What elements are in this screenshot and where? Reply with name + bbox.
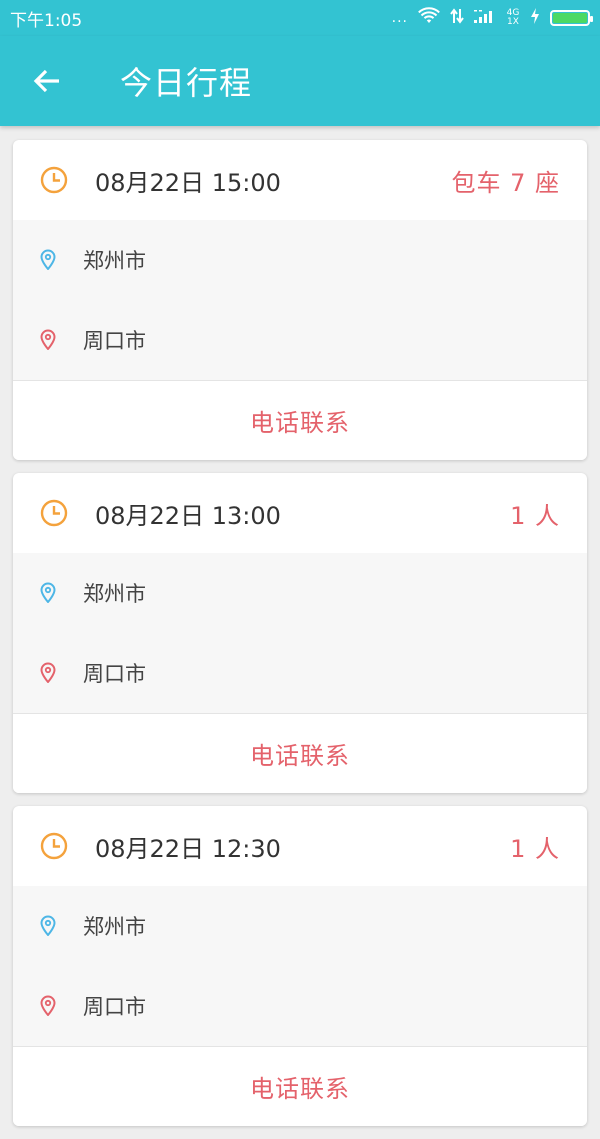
- origin-city: 郑州市: [83, 249, 146, 273]
- network-label: 4G 1X: [506, 8, 520, 27]
- trip-card-header: 08月22日 12:30 1 人: [13, 806, 587, 886]
- origin-city: 郑州市: [83, 582, 146, 606]
- trip-card-header: 08月22日 13:00 1 人: [13, 473, 587, 553]
- status-bar: 下午1:05 ... 4G 1X: [0, 0, 600, 36]
- charging-icon: [530, 7, 540, 29]
- battery-icon: [550, 10, 593, 26]
- status-icons: ... 4G 1X: [391, 6, 593, 30]
- clock-icon: [40, 499, 68, 527]
- trip-seat-tag: 1 人: [510, 501, 560, 530]
- trip-time: 08月22日 13:00: [95, 501, 281, 530]
- call-contact-button[interactable]: 电话联系: [13, 713, 587, 793]
- signal-icon: [474, 8, 496, 29]
- wifi-icon: [418, 6, 440, 30]
- trip-route: 郑州市 周口市: [13, 553, 587, 713]
- trip-list: 08月22日 15:00 包车 7 座 郑州市 周口市 电话联系 08月22日 …: [13, 140, 587, 1139]
- destination-row: 周口市: [13, 300, 587, 380]
- trip-route: 郑州市 周口市: [13, 220, 587, 380]
- clock-icon: [40, 166, 68, 194]
- destination-city: 周口市: [83, 662, 146, 686]
- status-time: 下午1:05: [10, 10, 83, 31]
- arrow-left-icon: [33, 69, 59, 93]
- more-dots-icon: ...: [391, 10, 408, 26]
- destination-pin-icon: [38, 995, 58, 1017]
- trip-time: 08月22日 15:00: [95, 168, 281, 197]
- destination-pin-icon: [38, 329, 58, 351]
- origin-city: 郑州市: [83, 915, 146, 939]
- origin-pin-icon: [38, 249, 58, 271]
- destination-row: 周口市: [13, 633, 587, 713]
- destination-city: 周口市: [83, 995, 146, 1019]
- destination-pin-icon: [38, 662, 58, 684]
- origin-pin-icon: [38, 915, 58, 937]
- trip-route: 郑州市 周口市: [13, 886, 587, 1046]
- origin-row: 郑州市: [13, 886, 587, 966]
- trip-seat-tag: 1 人: [510, 834, 560, 863]
- origin-pin-icon: [38, 582, 58, 604]
- clock-icon: [40, 832, 68, 860]
- back-button[interactable]: [0, 36, 94, 126]
- trip-card: 08月22日 13:00 1 人 郑州市 周口市 电话联系: [13, 473, 587, 793]
- page-title: 今日行程: [120, 64, 253, 102]
- destination-city: 周口市: [83, 329, 146, 353]
- trip-time: 08月22日 12:30: [95, 834, 281, 863]
- data-arrows-icon: [450, 7, 464, 29]
- origin-row: 郑州市: [13, 220, 587, 300]
- origin-row: 郑州市: [13, 553, 587, 633]
- trip-card-header: 08月22日 15:00 包车 7 座: [13, 140, 587, 220]
- app-bar: 今日行程: [0, 36, 600, 126]
- trip-seat-tag: 包车 7 座: [451, 168, 560, 197]
- battery-fill: [553, 13, 587, 23]
- trip-card: 08月22日 12:30 1 人 郑州市 周口市 电话联系: [13, 806, 587, 1126]
- call-contact-button[interactable]: 电话联系: [13, 380, 587, 460]
- call-contact-button[interactable]: 电话联系: [13, 1046, 587, 1126]
- trip-card: 08月22日 15:00 包车 7 座 郑州市 周口市 电话联系: [13, 140, 587, 460]
- destination-row: 周口市: [13, 966, 587, 1046]
